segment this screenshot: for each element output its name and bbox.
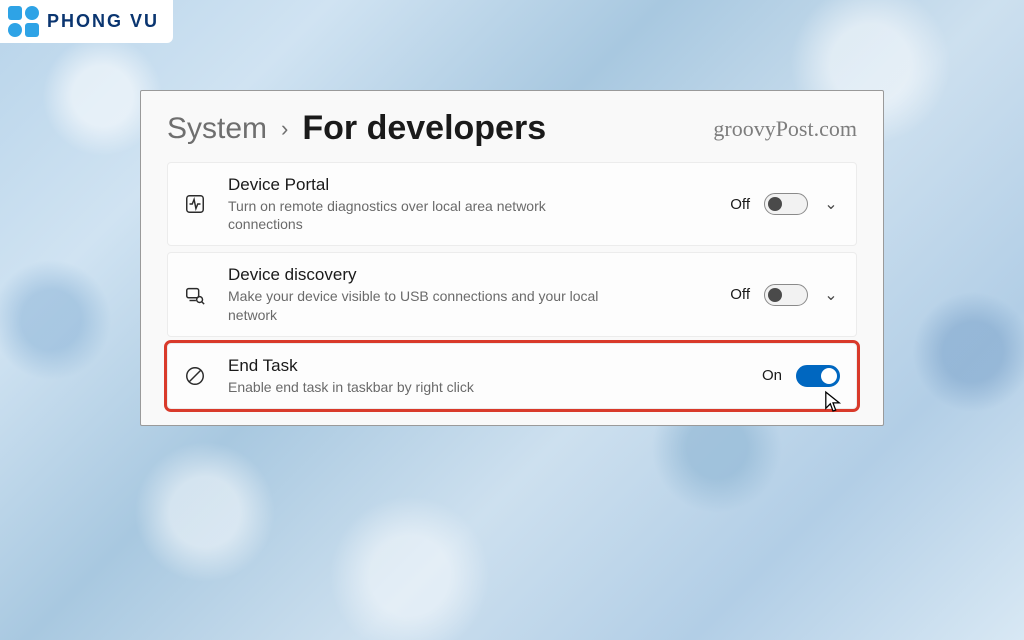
setting-row-end-task[interactable]: End Task Enable end task in taskbar by r… [167,343,857,409]
logo-badge: PHONG VU [0,0,173,43]
setting-controls: Off ⌄ [730,193,840,215]
settings-list: Device Portal Turn on remote diagnostics… [141,162,883,421]
watermark: groovyPost.com [713,116,857,142]
setting-texts: Device Portal Turn on remote diagnostics… [228,175,714,233]
setting-controls: Off ⌄ [730,284,840,306]
setting-desc: Make your device visible to USB connecti… [228,287,608,323]
chevron-down-icon[interactable]: ⌄ [822,194,840,214]
breadcrumb-row: System › For developers groovyPost.com [141,91,883,162]
settings-panel: System › For developers groovyPost.com D… [140,90,884,426]
setting-texts: Device discovery Make your device visibl… [228,265,714,323]
setting-row-device-discovery[interactable]: Device discovery Make your device visibl… [167,252,857,336]
toggle-state-label: Off [730,286,750,303]
breadcrumb: System › For developers [167,109,546,148]
activity-icon [178,193,212,215]
setting-row-device-portal[interactable]: Device Portal Turn on remote diagnostics… [167,162,857,246]
setting-controls: On [762,365,840,387]
page-title: For developers [302,109,546,148]
chevron-down-icon[interactable]: ⌄ [822,285,840,305]
setting-title: Device Portal [228,175,714,195]
logo-icon [8,6,39,37]
cursor-icon [824,390,842,414]
toggle-state-label: On [762,367,782,384]
setting-desc: Turn on remote diagnostics over local ar… [228,197,608,233]
device-search-icon [178,284,212,306]
setting-title: End Task [228,356,746,376]
setting-desc: Enable end task in taskbar by right clic… [228,378,608,396]
prohibit-icon [178,365,212,387]
toggle-end-task[interactable] [796,365,840,387]
logo-text: PHONG VU [47,11,159,32]
toggle-state-label: Off [730,196,750,213]
chevron-right-icon: › [281,116,288,142]
setting-texts: End Task Enable end task in taskbar by r… [228,356,746,396]
setting-title: Device discovery [228,265,714,285]
toggle-device-portal[interactable] [764,193,808,215]
breadcrumb-parent[interactable]: System [167,112,267,146]
toggle-device-discovery[interactable] [764,284,808,306]
